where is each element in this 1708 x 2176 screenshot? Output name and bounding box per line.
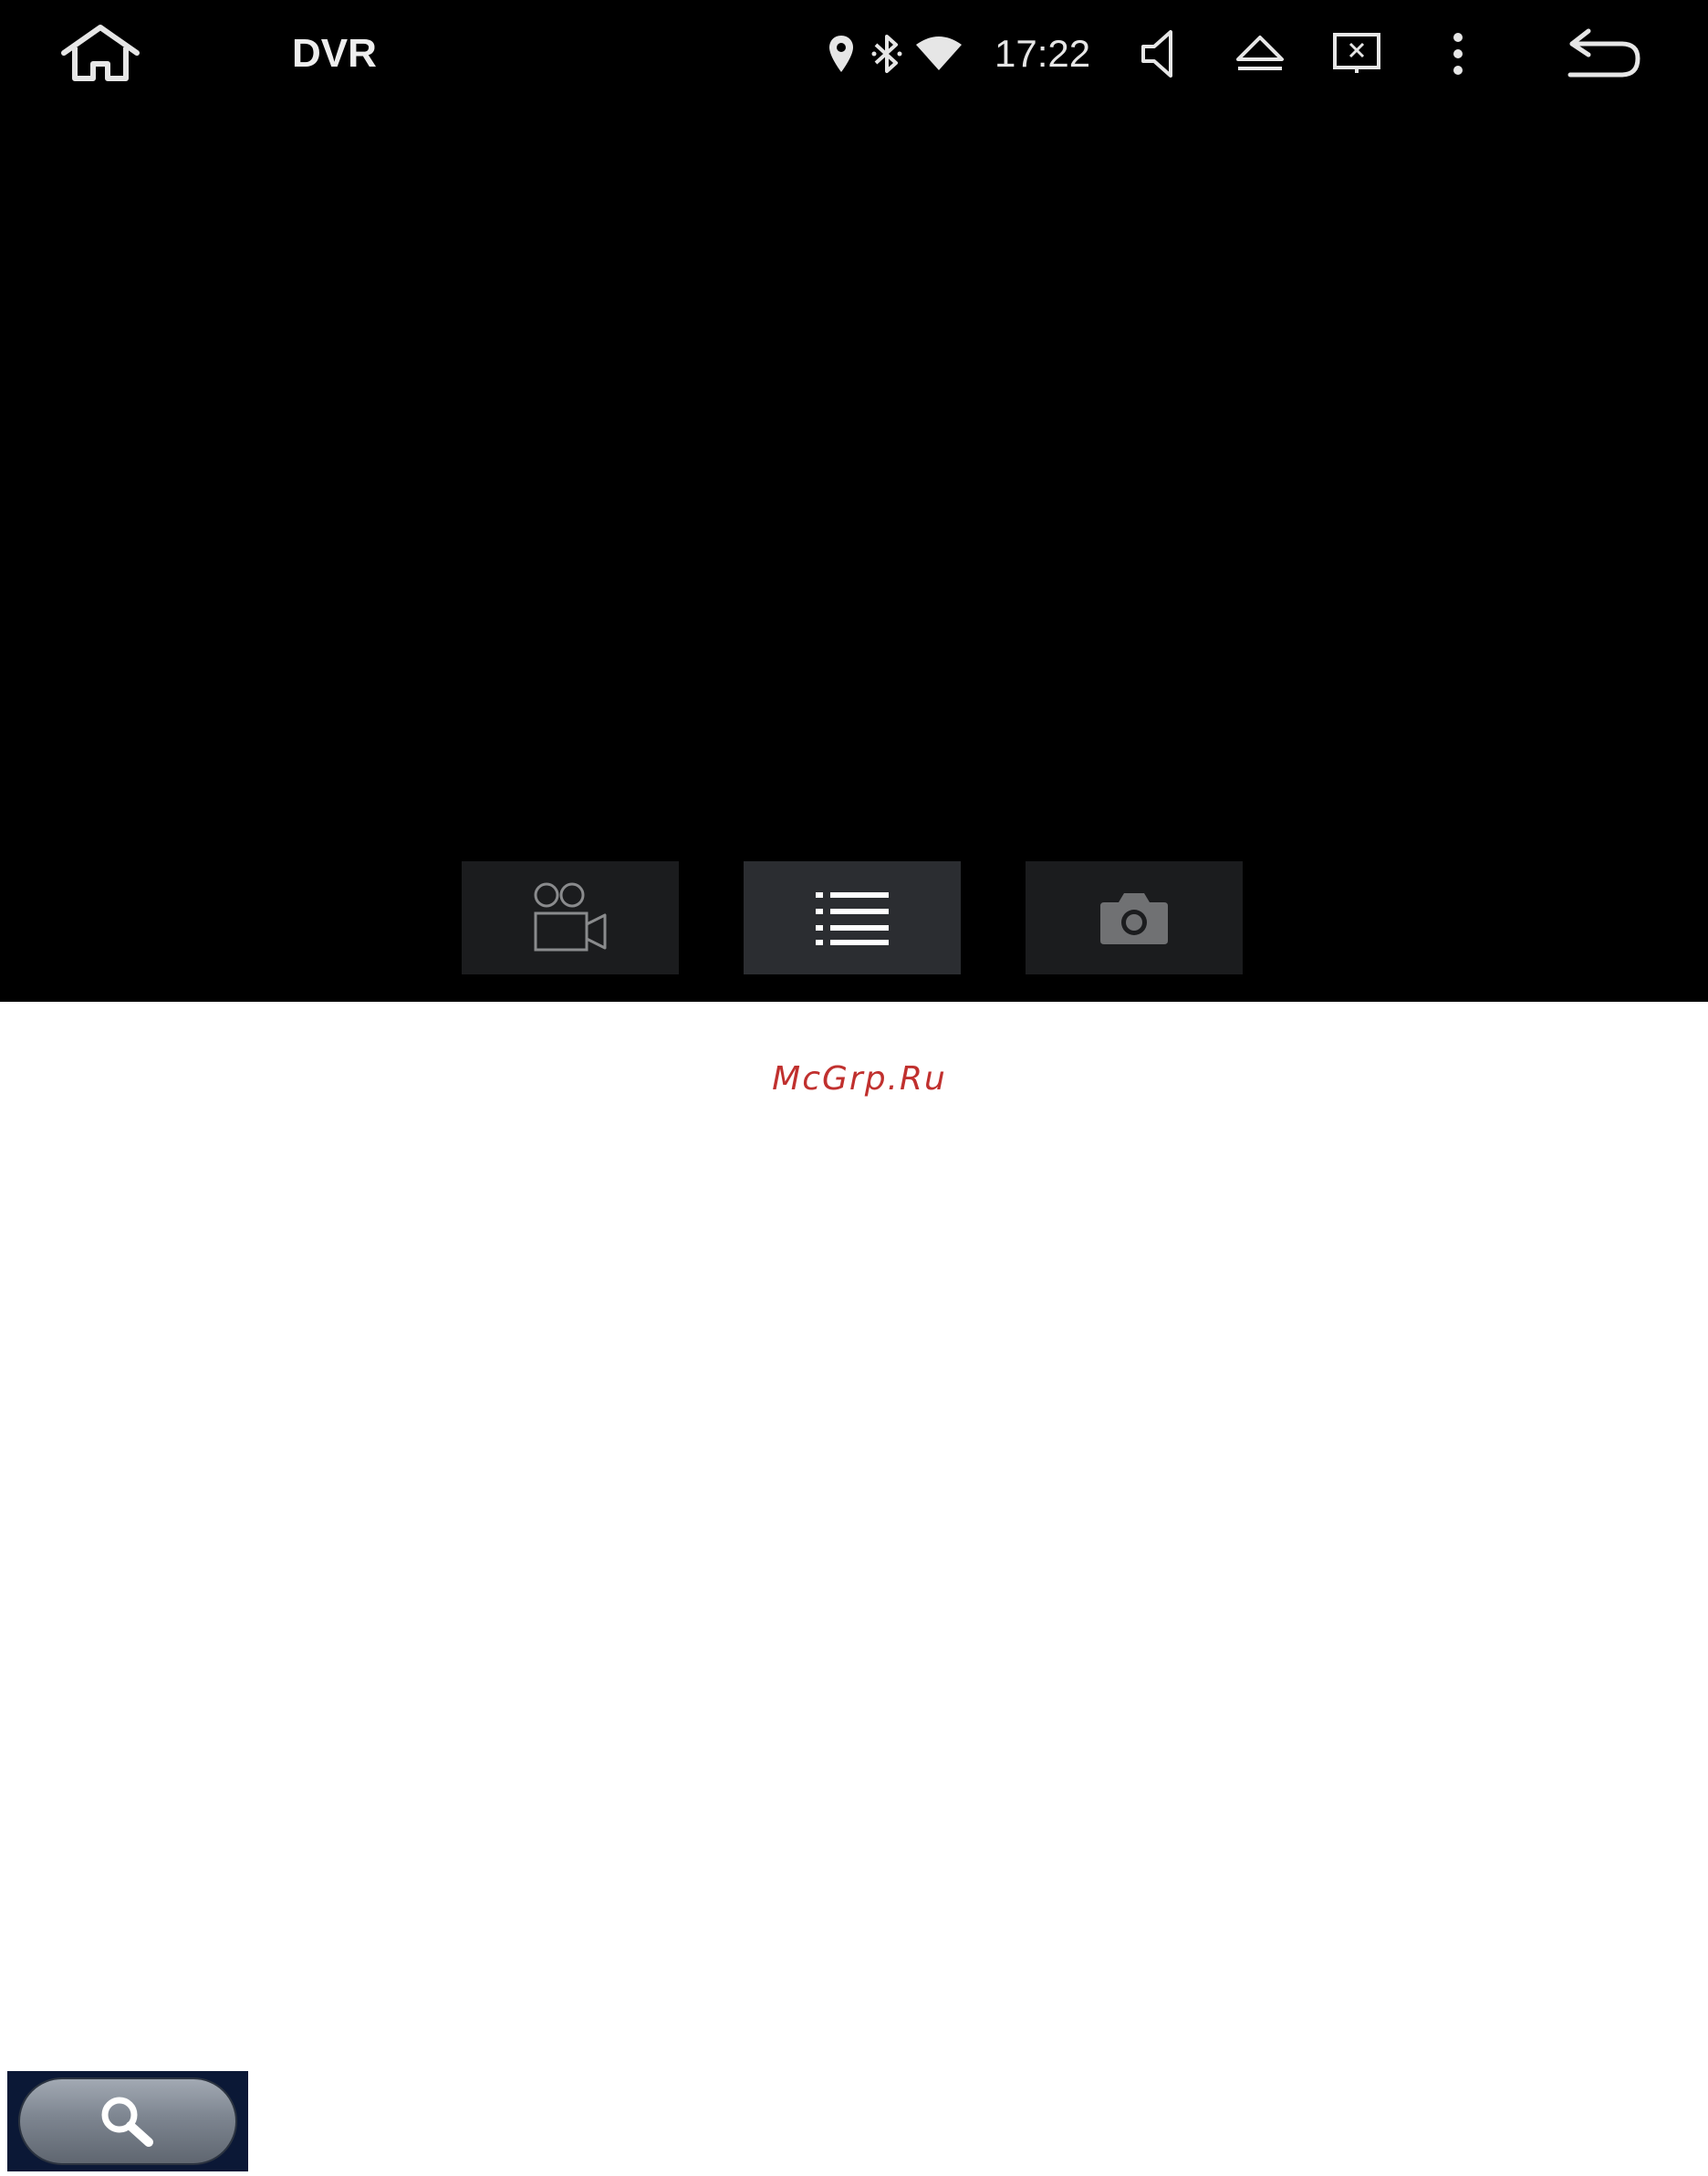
record-icon (534, 882, 607, 952)
search-widget (7, 2071, 248, 2171)
more-options-button[interactable] (1432, 24, 1484, 84)
clock: 17:22 (995, 32, 1091, 75)
list-icon (816, 892, 889, 945)
record-button[interactable] (462, 861, 679, 974)
watermark-text: McGrp.Ru (772, 1060, 947, 1098)
screen-off-icon (1333, 33, 1380, 73)
camera-icon (1100, 893, 1168, 944)
wifi-icon (912, 33, 965, 75)
back-button[interactable] (1558, 22, 1650, 86)
bluetooth-icon (867, 31, 907, 77)
more-vert-icon (1453, 33, 1463, 75)
volume-icon (1141, 30, 1172, 78)
back-icon (1567, 28, 1640, 78)
app-title: DVR (292, 31, 377, 76)
home-button[interactable] (55, 20, 146, 88)
home-icon (61, 25, 140, 81)
location-icon (823, 31, 859, 77)
dvr-screen: DVR 17:22 (0, 0, 1708, 1002)
snapshot-button[interactable] (1026, 861, 1243, 974)
eject-button[interactable] (1228, 24, 1292, 84)
volume-button[interactable] (1128, 24, 1192, 84)
screen-off-button[interactable] (1325, 24, 1389, 84)
search-button[interactable] (18, 2077, 237, 2165)
status-bar: DVR 17:22 (0, 0, 1708, 108)
file-list-button[interactable] (744, 861, 961, 974)
eject-icon (1236, 36, 1284, 70)
search-icon (101, 2097, 153, 2147)
